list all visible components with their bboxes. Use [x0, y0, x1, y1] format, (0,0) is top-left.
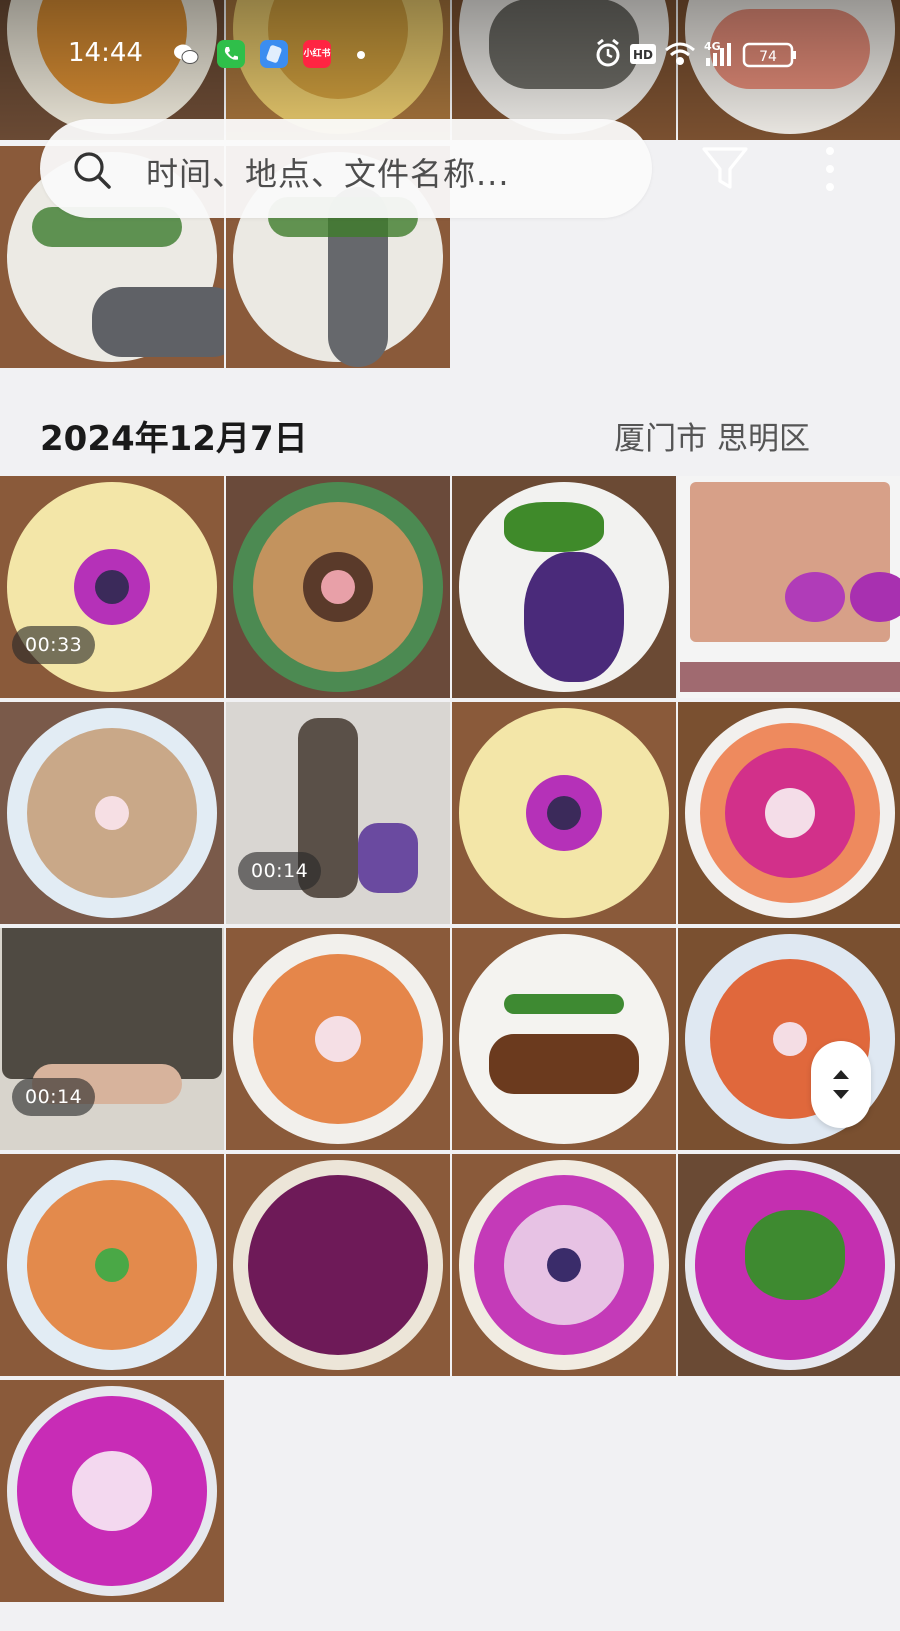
photo-thumbnail[interactable] [0, 1380, 224, 1602]
search-bar[interactable]: 时间、地点、文件名称... [40, 119, 652, 218]
svg-text:74: 74 [759, 49, 777, 65]
video-duration-badge: 00:14 [238, 852, 322, 890]
video-duration-badge: 00:33 [12, 626, 96, 664]
video-thumbnail[interactable]: 00:33 [0, 476, 224, 698]
status-time: 14:44 [68, 38, 143, 68]
system-status-icons: HD 4G 74 [596, 38, 796, 68]
more-options-icon[interactable] [815, 143, 845, 195]
svg-text:HD: HD [633, 48, 653, 62]
photo-thumbnail[interactable] [226, 928, 450, 1150]
photo-thumbnail[interactable] [0, 702, 224, 924]
scroll-arrows-icon [833, 1070, 849, 1099]
blue-app-icon [260, 40, 288, 68]
video-thumbnail[interactable]: 00:14 [226, 702, 450, 924]
search-placeholder: 时间、地点、文件名称... [146, 155, 510, 193]
video-thumbnail[interactable]: 00:14 [0, 928, 224, 1150]
alarm-icon [596, 38, 620, 67]
photo-thumbnail[interactable] [678, 1154, 900, 1376]
photo-thumbnail[interactable] [678, 476, 900, 698]
section-location[interactable]: 厦门市 思明区 [614, 413, 810, 458]
xiaohongshu-icon: 小红书 [303, 40, 331, 68]
video-duration-badge: 00:14 [12, 1078, 96, 1116]
wechat-icon [172, 40, 200, 68]
signal-icon: 4G [704, 40, 731, 66]
phone-icon [217, 40, 245, 68]
photo-thumbnail[interactable] [452, 928, 676, 1150]
photo-thumbnail[interactable] [452, 1154, 676, 1376]
wifi-icon [665, 42, 695, 65]
photo-thumbnail[interactable] [0, 1154, 224, 1376]
photo-thumbnail[interactable] [678, 702, 900, 924]
status-bar: 14:44 小红书 HD 4G 74 [0, 30, 900, 74]
photo-thumbnail[interactable] [226, 1154, 450, 1376]
battery-icon: 74 [742, 42, 796, 68]
search-icon [74, 152, 111, 189]
filter-icon[interactable] [700, 143, 750, 195]
photo-thumbnail[interactable] [452, 702, 676, 924]
fast-scroll-handle[interactable] [811, 1041, 871, 1128]
photo-thumbnail[interactable] [452, 476, 676, 698]
hd-icon: HD [630, 44, 656, 64]
date-section-header: 2024年12月7日 厦门市 思明区 [0, 371, 900, 475]
section-date[interactable]: 2024年12月7日 [40, 411, 308, 460]
photo-thumbnail[interactable] [226, 476, 450, 698]
gallery-screen: 2024年12月7日 厦门市 思明区 00:33 00:14 00:14 14:… [0, 0, 900, 1631]
more-notifications-dot [357, 51, 365, 59]
svg-text:4G: 4G [704, 40, 721, 53]
